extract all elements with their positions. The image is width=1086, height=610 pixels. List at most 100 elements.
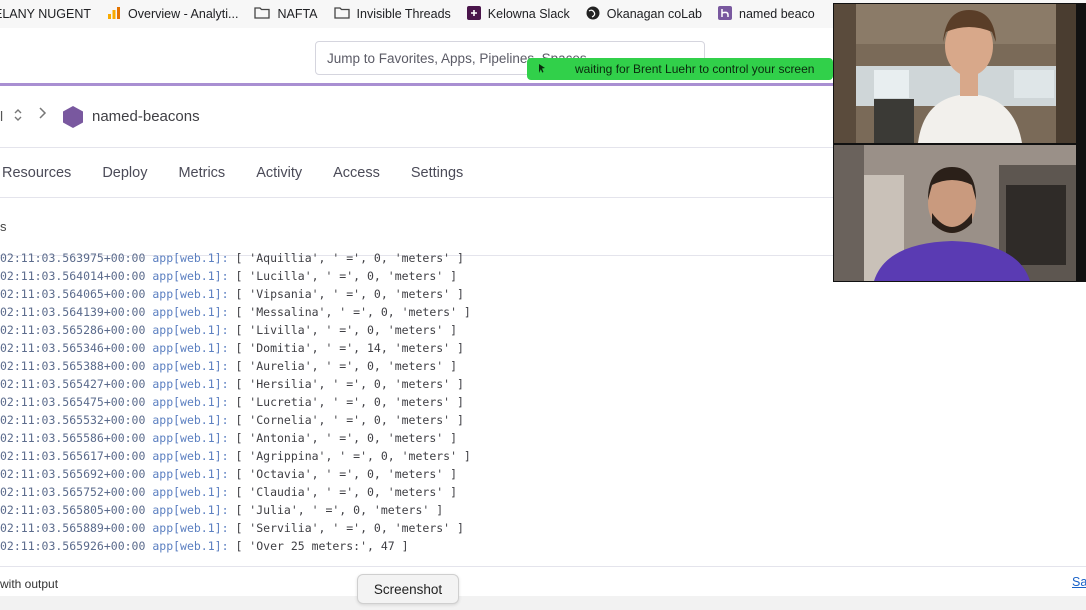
tab-settings[interactable]: Settings [411,165,463,181]
log-source: app[web.1]: [152,539,229,553]
video-tile-participant-1[interactable] [834,4,1076,143]
tab-metrics[interactable]: Metrics [178,165,225,181]
log-source: app[web.1]: [152,377,229,391]
log-timestamp: 02:11:03.565752+00:00 [0,485,146,499]
log-message: [ 'Agrippina', ' =', 0, 'meters' ] [235,449,471,463]
log-source: app[web.1]: [152,251,229,265]
app-hexagon-icon [62,105,84,134]
folder-icon [333,6,350,22]
log-message: [ 'Domitia', ' =', 14, 'meters' ] [235,341,464,355]
log-line: 02:11:03.565752+00:00 app[web.1]: [ 'Cla… [0,483,834,501]
video-tile-participant-2[interactable] [834,145,1076,281]
log-source: app[web.1]: [152,467,229,481]
log-footer: with output Sa [0,566,1086,596]
log-line: 02:11:03.565532+00:00 app[web.1]: [ 'Cor… [0,411,834,429]
log-source: app[web.1]: [152,269,229,283]
log-timestamp: 02:11:03.565889+00:00 [0,521,146,535]
log-timestamp: 02:11:03.565475+00:00 [0,395,146,409]
log-timestamp: 02:11:03.565805+00:00 [0,503,146,517]
log-line: 02:11:03.565926+00:00 app[web.1]: [ 'Ove… [0,537,834,555]
log-line: 02:11:03.565889+00:00 app[web.1]: [ 'Ser… [0,519,834,537]
cursor-arrow-icon [527,62,557,77]
video-call-panel [833,3,1086,282]
chevron-right-icon [37,105,47,126]
slack-icon [466,5,481,23]
log-message: [ 'Livilla', ' =', 0, 'meters' ] [235,323,458,337]
log-message: [ 'Hersilia', ' =', 0, 'meters' ] [235,377,464,391]
log-message: [ 'Vipsania', ' =', 0, 'meters' ] [235,287,464,301]
bookmark-item[interactable]: Kelowna Slack [466,5,570,23]
tab-deploy[interactable]: Deploy [102,165,147,181]
log-source: app[web.1]: [152,485,229,499]
bottom-bar [0,596,1086,610]
log-source: app[web.1]: [152,413,229,427]
tab-resources[interactable]: Resources [2,165,71,181]
breadcrumb-team[interactable]: l [0,108,3,124]
log-source: app[web.1]: [152,395,229,409]
log-message: [ 'Servilia', ' =', 0, 'meters' ] [235,521,464,535]
bookmark-label: Okanagan coLab [606,7,702,21]
folder-icon [254,6,271,22]
bookmark-item[interactable]: named beaco [718,5,815,23]
bookmark-label: named beaco [739,7,815,21]
log-source: app[web.1]: [152,287,229,301]
app-name[interactable]: named-beacons [92,108,200,125]
log-line: 02:11:03.565346+00:00 app[web.1]: [ 'Dom… [0,339,834,357]
log-message: [ 'Octavia', ' =', 0, 'meters' ] [235,467,458,481]
log-message: [ 'Messalina', ' =', 0, 'meters' ] [235,305,471,319]
bookmark-item[interactable]: Invisible Threads [333,6,451,22]
log-timestamp: 02:11:03.564014+00:00 [0,269,146,283]
log-timestamp: 02:11:03.565926+00:00 [0,539,146,553]
log-message: [ 'Julia', ' =', 0, 'meters' ] [235,503,444,517]
log-line: 02:11:03.565286+00:00 app[web.1]: [ 'Liv… [0,321,834,339]
log-line: 02:11:03.565805+00:00 app[web.1]: [ 'Jul… [0,501,834,519]
log-line: 02:11:03.565586+00:00 app[web.1]: [ 'Ant… [0,429,834,447]
log-timestamp: 02:11:03.565286+00:00 [0,323,146,337]
screen-control-text: waiting for Brent Luehr to control your … [575,62,815,76]
log-blank-area [834,282,1086,565]
bookmark-label: Overview - Analyti... [128,7,239,21]
log-source: app[web.1]: [152,359,229,373]
switcher-updown-icon[interactable] [13,108,23,125]
log-line: 02:11:03.565427+00:00 app[web.1]: [ 'Her… [0,375,834,393]
log-line: 02:11:03.564139+00:00 app[web.1]: [ 'Mes… [0,303,834,321]
bookmark-item[interactable]: ELANY NUGENT [0,7,91,21]
log-message: [ 'Aurelia', ' =', 0, 'meters' ] [235,359,458,373]
log-source: app[web.1]: [152,323,229,337]
tab-access[interactable]: Access [333,165,380,181]
log-message: [ 'Antonia', ' =', 0, 'meters' ] [235,431,458,445]
log-line: 02:11:03.565692+00:00 app[web.1]: [ 'Oct… [0,465,834,483]
bookmark-item[interactable]: NAFTA [254,6,318,22]
log-line: 02:11:03.565475+00:00 app[web.1]: [ 'Luc… [0,393,834,411]
log-timestamp: 02:11:03.565532+00:00 [0,413,146,427]
log-timestamp: 02:11:03.565388+00:00 [0,359,146,373]
log-timestamp: 02:11:03.564139+00:00 [0,305,146,319]
log-source: app[web.1]: [152,449,229,463]
log-timestamp: 02:11:03.565346+00:00 [0,341,146,355]
bookmark-label: Invisible Threads [356,7,451,21]
log-source: app[web.1]: [152,431,229,445]
log-line: 02:11:03.563975+00:00 app[web.1]: [ 'Aqu… [0,249,834,267]
bookmark-label: NAFTA [277,7,318,21]
log-source: app[web.1]: [152,341,229,355]
log-line: 02:11:03.564065+00:00 app[web.1]: [ 'Vip… [0,285,834,303]
subheader-text: s [0,219,7,234]
log-message: [ 'Over 25 meters:', 47 ] [235,539,409,553]
log-timestamp: 02:11:03.563975+00:00 [0,251,146,265]
log-timestamp: 02:11:03.565617+00:00 [0,449,146,463]
log-source: app[web.1]: [152,503,229,517]
footer-link[interactable]: Sa [1072,575,1086,589]
footer-label: with output [0,577,59,591]
bookmark-item[interactable]: Okanagan coLab [586,6,702,23]
log-source: app[web.1]: [152,521,229,535]
tab-activity[interactable]: Activity [256,165,302,181]
log-message: [ 'Claudia', ' =', 0, 'meters' ] [235,485,458,499]
heroku-icon [718,5,732,23]
log-message: [ 'Cornelia', ' =', 0, 'meters' ] [235,413,464,427]
log-timestamp: 02:11:03.565692+00:00 [0,467,146,481]
bookmark-item[interactable]: Overview - Analyti... [107,6,238,23]
bookmark-label: Kelowna Slack [487,7,570,21]
log-output: 02:11:03.563975+00:00 app[web.1]: [ 'Aqu… [0,249,834,565]
bookmark-label: ELANY NUGENT [0,7,92,21]
screenshot-tooltip: Screenshot [357,574,459,604]
